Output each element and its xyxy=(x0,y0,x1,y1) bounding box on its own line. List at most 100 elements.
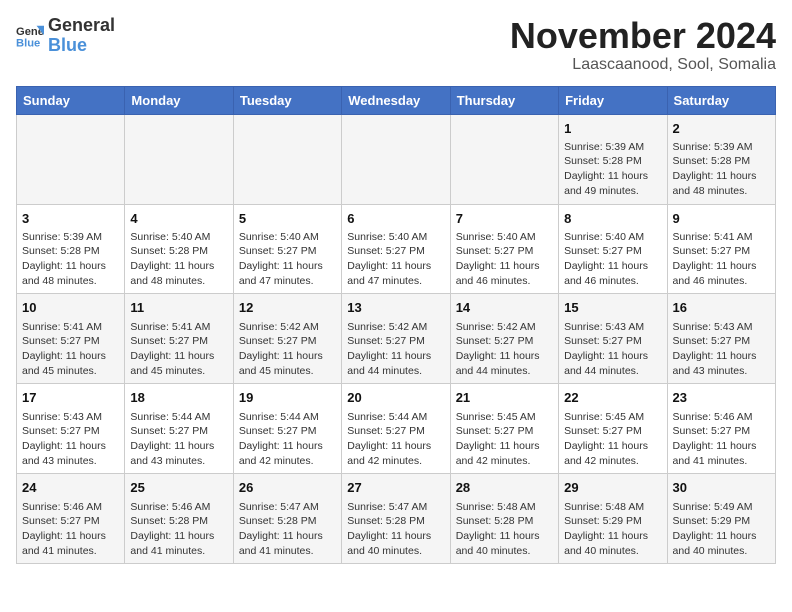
day-info: Sunset: 5:27 PM xyxy=(673,334,770,349)
title-block: November 2024 Laascaanood, Sool, Somalia xyxy=(510,16,776,74)
day-number: 4 xyxy=(130,210,227,228)
day-info: Sunset: 5:27 PM xyxy=(239,334,336,349)
day-info: Sunrise: 5:44 AM xyxy=(347,410,444,425)
day-info: Sunset: 5:29 PM xyxy=(564,514,661,529)
calendar-cell: 6Sunrise: 5:40 AMSunset: 5:27 PMDaylight… xyxy=(342,204,450,294)
day-info: Sunrise: 5:43 AM xyxy=(564,320,661,335)
day-info: Sunrise: 5:45 AM xyxy=(456,410,553,425)
day-info: Daylight: 11 hours and 44 minutes. xyxy=(564,349,661,378)
calendar-cell: 22Sunrise: 5:45 AMSunset: 5:27 PMDayligh… xyxy=(559,384,667,474)
day-info: Daylight: 11 hours and 41 minutes. xyxy=(673,439,770,468)
calendar-cell: 3Sunrise: 5:39 AMSunset: 5:28 PMDaylight… xyxy=(17,204,125,294)
day-number: 18 xyxy=(130,389,227,407)
calendar-cell: 21Sunrise: 5:45 AMSunset: 5:27 PMDayligh… xyxy=(450,384,558,474)
day-number: 19 xyxy=(239,389,336,407)
col-wednesday: Wednesday xyxy=(342,86,450,114)
day-info: Daylight: 11 hours and 41 minutes. xyxy=(239,529,336,558)
day-info: Sunrise: 5:39 AM xyxy=(673,140,770,155)
day-info: Sunrise: 5:41 AM xyxy=(673,230,770,245)
calendar-header-row: Sunday Monday Tuesday Wednesday Thursday… xyxy=(17,86,776,114)
day-info: Sunset: 5:27 PM xyxy=(347,244,444,259)
day-info: Sunset: 5:27 PM xyxy=(456,424,553,439)
day-number: 20 xyxy=(347,389,444,407)
day-number: 6 xyxy=(347,210,444,228)
calendar-cell: 12Sunrise: 5:42 AMSunset: 5:27 PMDayligh… xyxy=(233,294,341,384)
calendar-week-row: 24Sunrise: 5:46 AMSunset: 5:27 PMDayligh… xyxy=(17,474,776,564)
day-info: Sunset: 5:28 PM xyxy=(347,514,444,529)
calendar-cell: 15Sunrise: 5:43 AMSunset: 5:27 PMDayligh… xyxy=(559,294,667,384)
calendar-cell: 26Sunrise: 5:47 AMSunset: 5:28 PMDayligh… xyxy=(233,474,341,564)
day-info: Sunset: 5:27 PM xyxy=(673,244,770,259)
day-info: Sunrise: 5:39 AM xyxy=(22,230,119,245)
day-number: 5 xyxy=(239,210,336,228)
day-info: Sunset: 5:28 PM xyxy=(673,154,770,169)
calendar-cell: 14Sunrise: 5:42 AMSunset: 5:27 PMDayligh… xyxy=(450,294,558,384)
day-info: Sunrise: 5:48 AM xyxy=(564,500,661,515)
day-info: Daylight: 11 hours and 41 minutes. xyxy=(22,529,119,558)
day-info: Daylight: 11 hours and 46 minutes. xyxy=(564,259,661,288)
calendar-cell: 8Sunrise: 5:40 AMSunset: 5:27 PMDaylight… xyxy=(559,204,667,294)
day-number: 23 xyxy=(673,389,770,407)
day-info: Sunrise: 5:44 AM xyxy=(130,410,227,425)
day-number: 22 xyxy=(564,389,661,407)
calendar-cell: 24Sunrise: 5:46 AMSunset: 5:27 PMDayligh… xyxy=(17,474,125,564)
day-info: Sunset: 5:27 PM xyxy=(239,424,336,439)
day-info: Sunrise: 5:47 AM xyxy=(239,500,336,515)
day-info: Sunset: 5:27 PM xyxy=(239,244,336,259)
day-number: 3 xyxy=(22,210,119,228)
logo-blue-text: Blue xyxy=(48,36,115,56)
header: General Blue General Blue November 2024 … xyxy=(16,16,776,74)
col-monday: Monday xyxy=(125,86,233,114)
day-info: Sunrise: 5:44 AM xyxy=(239,410,336,425)
calendar-cell: 5Sunrise: 5:40 AMSunset: 5:27 PMDaylight… xyxy=(233,204,341,294)
day-info: Sunset: 5:28 PM xyxy=(130,244,227,259)
calendar-cell: 18Sunrise: 5:44 AMSunset: 5:27 PMDayligh… xyxy=(125,384,233,474)
day-info: Sunrise: 5:48 AM xyxy=(456,500,553,515)
day-info: Daylight: 11 hours and 47 minutes. xyxy=(347,259,444,288)
day-info: Sunset: 5:27 PM xyxy=(564,424,661,439)
day-info: Daylight: 11 hours and 45 minutes. xyxy=(130,349,227,378)
day-info: Sunset: 5:27 PM xyxy=(22,424,119,439)
calendar-cell: 29Sunrise: 5:48 AMSunset: 5:29 PMDayligh… xyxy=(559,474,667,564)
day-info: Daylight: 11 hours and 44 minutes. xyxy=(456,349,553,378)
calendar-cell xyxy=(17,114,125,204)
day-info: Sunset: 5:28 PM xyxy=(22,244,119,259)
day-info: Sunrise: 5:41 AM xyxy=(130,320,227,335)
col-sunday: Sunday xyxy=(17,86,125,114)
day-info: Daylight: 11 hours and 40 minutes. xyxy=(456,529,553,558)
day-info: Sunrise: 5:42 AM xyxy=(239,320,336,335)
day-number: 29 xyxy=(564,479,661,497)
day-info: Sunrise: 5:40 AM xyxy=(456,230,553,245)
day-info: Sunrise: 5:40 AM xyxy=(130,230,227,245)
day-info: Sunrise: 5:42 AM xyxy=(347,320,444,335)
day-number: 13 xyxy=(347,299,444,317)
calendar-cell: 11Sunrise: 5:41 AMSunset: 5:27 PMDayligh… xyxy=(125,294,233,384)
calendar-cell: 1Sunrise: 5:39 AMSunset: 5:28 PMDaylight… xyxy=(559,114,667,204)
day-info: Sunrise: 5:49 AM xyxy=(673,500,770,515)
calendar-week-row: 10Sunrise: 5:41 AMSunset: 5:27 PMDayligh… xyxy=(17,294,776,384)
day-info: Sunset: 5:27 PM xyxy=(564,334,661,349)
day-info: Sunset: 5:27 PM xyxy=(347,334,444,349)
calendar-cell: 16Sunrise: 5:43 AMSunset: 5:27 PMDayligh… xyxy=(667,294,775,384)
day-info: Sunrise: 5:43 AM xyxy=(22,410,119,425)
day-number: 1 xyxy=(564,120,661,138)
calendar-week-row: 17Sunrise: 5:43 AMSunset: 5:27 PMDayligh… xyxy=(17,384,776,474)
calendar-cell: 19Sunrise: 5:44 AMSunset: 5:27 PMDayligh… xyxy=(233,384,341,474)
logo: General Blue General Blue xyxy=(16,16,115,56)
col-saturday: Saturday xyxy=(667,86,775,114)
svg-text:Blue: Blue xyxy=(16,37,40,49)
col-friday: Friday xyxy=(559,86,667,114)
day-info: Sunset: 5:28 PM xyxy=(456,514,553,529)
day-number: 10 xyxy=(22,299,119,317)
calendar-subtitle: Laascaanood, Sool, Somalia xyxy=(510,56,776,74)
calendar-week-row: 1Sunrise: 5:39 AMSunset: 5:28 PMDaylight… xyxy=(17,114,776,204)
calendar-cell: 13Sunrise: 5:42 AMSunset: 5:27 PMDayligh… xyxy=(342,294,450,384)
day-number: 11 xyxy=(130,299,227,317)
day-info: Sunset: 5:28 PM xyxy=(564,154,661,169)
day-info: Sunrise: 5:39 AM xyxy=(564,140,661,155)
day-number: 25 xyxy=(130,479,227,497)
day-info: Sunset: 5:27 PM xyxy=(22,514,119,529)
calendar-cell: 10Sunrise: 5:41 AMSunset: 5:27 PMDayligh… xyxy=(17,294,125,384)
day-info: Sunrise: 5:46 AM xyxy=(22,500,119,515)
day-number: 2 xyxy=(673,120,770,138)
